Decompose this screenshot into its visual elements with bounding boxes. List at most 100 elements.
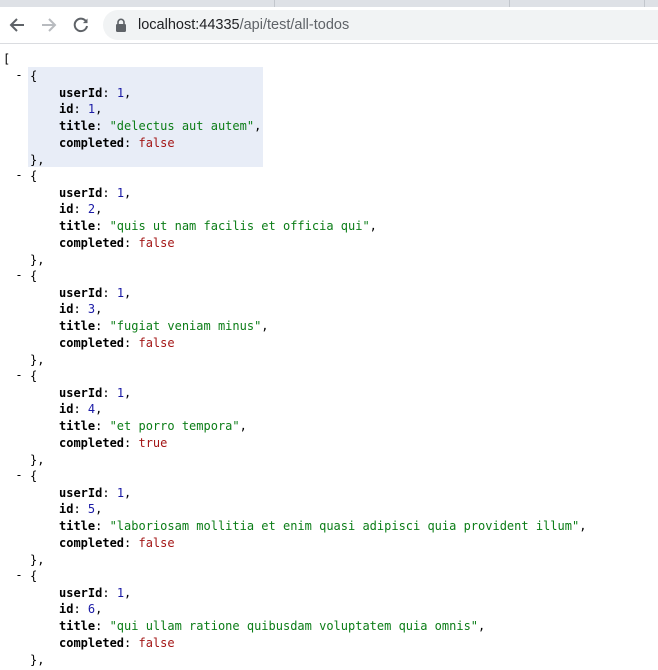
property-key: completed [59, 235, 125, 250]
json-property-row: id: 3, [59, 301, 102, 318]
collapse-toggle[interactable]: - [14, 67, 24, 84]
property-key: userId [59, 285, 103, 300]
comma: , [95, 502, 103, 517]
open-brace: { [30, 169, 38, 183]
browser-window: localhost:44335/api/test/all-todos [ -{u… [0, 0, 658, 670]
property-key: userId [59, 585, 103, 600]
property-key: completed [59, 635, 125, 650]
property-key: id [59, 402, 74, 417]
json-property-row: userId: 1, [59, 385, 131, 402]
json-property-row: userId: 1, [59, 485, 131, 502]
property-key: title [59, 219, 96, 234]
json-property-row: userId: 1, [59, 285, 131, 302]
comma: , [124, 185, 132, 200]
property-key: completed [59, 135, 125, 150]
json-property-row: title: "fugiat veniam minus", [59, 318, 269, 335]
close-brace: }, [30, 152, 45, 167]
colon: : [95, 419, 110, 434]
json-property-row: id: 4, [59, 401, 102, 418]
close-brace: }, [30, 652, 45, 667]
property-value: 1 [116, 285, 125, 300]
json-property-row: id: 6, [59, 601, 102, 618]
property-key: userId [59, 485, 103, 500]
colon: : [124, 135, 139, 150]
property-value: 1 [116, 585, 125, 600]
comma: , [95, 302, 103, 317]
collapse-toggle[interactable]: - [14, 367, 24, 384]
forward-button[interactable] [35, 11, 63, 39]
property-value: 1 [116, 85, 125, 100]
open-brace: { [30, 469, 38, 483]
property-key: userId [59, 85, 103, 100]
comma: , [254, 119, 262, 134]
colon: : [102, 485, 117, 500]
json-property-row: title: "delectus aut autem", [59, 118, 261, 135]
reload-button[interactable] [67, 11, 95, 39]
colon: : [102, 85, 117, 100]
json-property-row: completed: false [59, 635, 175, 652]
property-key: completed [59, 335, 125, 350]
close-brace: }, [30, 452, 45, 467]
colon: : [95, 619, 110, 634]
colon: : [124, 635, 139, 650]
property-key: id [59, 602, 74, 617]
colon: : [124, 535, 139, 550]
collapse-toggle[interactable]: - [14, 467, 24, 484]
open-brace: { [30, 69, 38, 83]
json-property-row: userId: 1, [59, 85, 131, 102]
property-value: "et porro tempora" [109, 419, 240, 434]
colon: : [124, 435, 139, 450]
browser-toolbar: localhost:44335/api/test/all-todos [0, 7, 658, 44]
json-property-row: id: 2, [59, 201, 102, 218]
property-value: false [138, 635, 175, 650]
property-value: false [138, 235, 175, 250]
back-button[interactable] [3, 11, 31, 39]
property-key: id [59, 202, 74, 217]
collapse-toggle[interactable]: - [14, 267, 24, 284]
address-bar[interactable]: localhost:44335/api/test/all-todos [103, 10, 658, 40]
json-property-row: id: 1, [59, 101, 102, 118]
property-key: id [59, 302, 74, 317]
comma: , [95, 202, 103, 217]
property-value: 1 [116, 385, 125, 400]
tab-strip [0, 0, 658, 7]
comma: , [579, 519, 587, 534]
property-key: completed [59, 435, 125, 450]
lock-icon [116, 18, 126, 32]
json-viewer: [ -{userId: 1, id: 1, title: "delectus aut… [0, 44, 658, 670]
collapse-toggle[interactable]: - [14, 167, 24, 184]
comma: , [124, 585, 132, 600]
reload-icon [73, 17, 88, 33]
property-key: title [59, 519, 96, 534]
colon: : [124, 235, 139, 250]
property-value: "fugiat veniam minus" [109, 319, 262, 334]
url-text: localhost:44335/api/test/all-todos [138, 10, 349, 40]
property-key: id [59, 502, 74, 517]
comma: , [369, 219, 377, 234]
back-arrow-icon [9, 18, 24, 32]
close-brace: }, [30, 252, 45, 267]
json-property-row: completed: true [59, 435, 167, 452]
json-property-row: completed: false [59, 335, 175, 352]
json-property-row: completed: false [59, 135, 175, 152]
json-property-row: id: 5, [59, 501, 102, 518]
json-property-row: completed: false [59, 235, 175, 252]
property-value: "delectus aut autem" [109, 119, 255, 134]
close-brace: }, [30, 552, 45, 567]
json-property-row: completed: false [59, 535, 175, 552]
url-host: localhost:44335 [138, 17, 240, 33]
property-value: false [138, 135, 175, 150]
json-property-row: userId: 1, [59, 185, 131, 202]
colon: : [95, 119, 110, 134]
property-value: 1 [116, 485, 125, 500]
json-property-row: title: "laboriosam mollitia et enim quas… [59, 518, 586, 535]
colon: : [73, 602, 88, 617]
colon: : [73, 502, 88, 517]
property-key: title [59, 119, 96, 134]
property-value: "quis ut nam facilis et officia qui" [109, 219, 370, 234]
comma: , [95, 402, 103, 417]
colon: : [73, 402, 88, 417]
property-key: userId [59, 385, 103, 400]
comma: , [124, 385, 132, 400]
collapse-toggle[interactable]: - [14, 567, 24, 584]
